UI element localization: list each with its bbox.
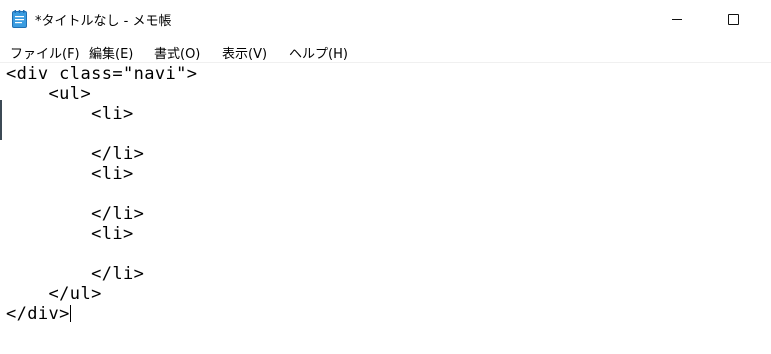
menu-view[interactable]: 表示(V) [222, 43, 267, 62]
editor-line: <li> [6, 224, 134, 244]
editor-line: <li> [6, 104, 134, 124]
minimize-icon [672, 18, 682, 20]
editor-line: <ul> [6, 84, 92, 104]
maximize-icon [727, 13, 739, 25]
menu-format[interactable]: 書式(O) [154, 43, 200, 62]
editor-line: </li> [6, 144, 145, 164]
notepad-icon [12, 10, 27, 28]
text-caret [69, 305, 71, 322]
minimize-button[interactable] [654, 0, 700, 38]
menu-edit[interactable]: 編集(E) [89, 43, 133, 62]
window-edge [0, 100, 2, 140]
menu-file[interactable]: ファイル(F) [10, 43, 80, 62]
editor-line: </li> [6, 204, 145, 224]
editor-line: </ul> [6, 284, 102, 304]
maximize-button[interactable] [710, 0, 756, 38]
editor-line: </li> [6, 264, 145, 284]
editor-line-last: </div> [6, 304, 71, 324]
title-bar[interactable]: *タイトルなし - メモ帳 [0, 0, 771, 38]
editor-line: <div class="navi"> [6, 64, 198, 84]
editor-line-text: </div> [6, 304, 70, 324]
text-editor[interactable]: <div class="navi"> <ul> <li> </li> <li> … [0, 63, 771, 354]
menu-help[interactable]: ヘルプ(H) [289, 43, 348, 62]
editor-line: <li> [6, 164, 134, 184]
window-title: *タイトルなし - メモ帳 [35, 14, 172, 29]
menu-bar: ファイル(F) 編集(E) 書式(O) 表示(V) ヘルプ(H) [0, 38, 771, 63]
